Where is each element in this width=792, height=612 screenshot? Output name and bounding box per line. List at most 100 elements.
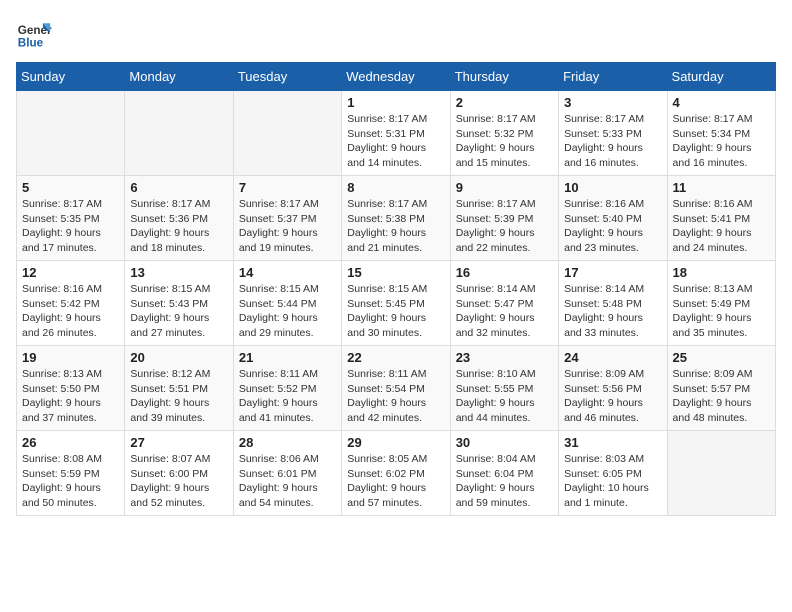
calendar-table: SundayMondayTuesdayWednesdayThursdayFrid… <box>16 62 776 516</box>
cell-day-number: 4 <box>673 95 770 110</box>
calendar-cell: 31 Sunrise: 8:03 AMSunset: 6:05 PMDayligh… <box>559 431 667 516</box>
calendar-cell <box>233 91 341 176</box>
cell-day-number: 3 <box>564 95 661 110</box>
cell-sun-info: Sunrise: 8:15 AMSunset: 5:43 PMDaylight:… <box>130 282 227 341</box>
cell-sun-info: Sunrise: 8:11 AMSunset: 5:54 PMDaylight:… <box>347 367 444 426</box>
calendar-cell: 30 Sunrise: 8:04 AMSunset: 6:04 PMDayligh… <box>450 431 558 516</box>
calendar-cell: 16 Sunrise: 8:14 AMSunset: 5:47 PMDayligh… <box>450 261 558 346</box>
cell-day-number: 7 <box>239 180 336 195</box>
calendar-cell: 19 Sunrise: 8:13 AMSunset: 5:50 PMDayligh… <box>17 346 125 431</box>
cell-sun-info: Sunrise: 8:17 AMSunset: 5:38 PMDaylight:… <box>347 197 444 256</box>
logo-icon: General Blue <box>16 16 52 52</box>
calendar-cell: 20 Sunrise: 8:12 AMSunset: 5:51 PMDayligh… <box>125 346 233 431</box>
calendar-cell: 23 Sunrise: 8:10 AMSunset: 5:55 PMDayligh… <box>450 346 558 431</box>
calendar-cell: 12 Sunrise: 8:16 AMSunset: 5:42 PMDayligh… <box>17 261 125 346</box>
cell-day-number: 25 <box>673 350 770 365</box>
calendar-cell: 21 Sunrise: 8:11 AMSunset: 5:52 PMDayligh… <box>233 346 341 431</box>
cell-day-number: 6 <box>130 180 227 195</box>
cell-sun-info: Sunrise: 8:17 AMSunset: 5:35 PMDaylight:… <box>22 197 119 256</box>
cell-day-number: 1 <box>347 95 444 110</box>
calendar-cell: 9 Sunrise: 8:17 AMSunset: 5:39 PMDaylight… <box>450 176 558 261</box>
cell-day-number: 5 <box>22 180 119 195</box>
calendar-cell <box>125 91 233 176</box>
weekday-header-wednesday: Wednesday <box>342 63 450 91</box>
calendar-cell: 25 Sunrise: 8:09 AMSunset: 5:57 PMDayligh… <box>667 346 775 431</box>
cell-sun-info: Sunrise: 8:13 AMSunset: 5:50 PMDaylight:… <box>22 367 119 426</box>
cell-sun-info: Sunrise: 8:16 AMSunset: 5:41 PMDaylight:… <box>673 197 770 256</box>
weekday-header-thursday: Thursday <box>450 63 558 91</box>
cell-day-number: 23 <box>456 350 553 365</box>
weekday-header-row: SundayMondayTuesdayWednesdayThursdayFrid… <box>17 63 776 91</box>
cell-day-number: 26 <box>22 435 119 450</box>
cell-sun-info: Sunrise: 8:12 AMSunset: 5:51 PMDaylight:… <box>130 367 227 426</box>
cell-sun-info: Sunrise: 8:17 AMSunset: 5:36 PMDaylight:… <box>130 197 227 256</box>
cell-sun-info: Sunrise: 8:04 AMSunset: 6:04 PMDaylight:… <box>456 452 553 511</box>
calendar-cell: 15Sunrise: 8:15 AMSunset: 5:45 PMDayligh… <box>342 261 450 346</box>
calendar-cell: 13 Sunrise: 8:15 AMSunset: 5:43 PMDayligh… <box>125 261 233 346</box>
cell-sun-info: Sunrise: 8:17 AMSunset: 5:39 PMDaylight:… <box>456 197 553 256</box>
cell-day-number: 30 <box>456 435 553 450</box>
cell-day-number: 14 <box>239 265 336 280</box>
calendar-cell: 8Sunrise: 8:17 AMSunset: 5:38 PMDaylight… <box>342 176 450 261</box>
calendar-cell: 4 Sunrise: 8:17 AMSunset: 5:34 PMDaylight… <box>667 91 775 176</box>
calendar-cell: 11 Sunrise: 8:16 AMSunset: 5:41 PMDayligh… <box>667 176 775 261</box>
cell-sun-info: Sunrise: 8:13 AMSunset: 5:49 PMDaylight:… <box>673 282 770 341</box>
cell-day-number: 24 <box>564 350 661 365</box>
calendar-cell: 26 Sunrise: 8:08 AMSunset: 5:59 PMDayligh… <box>17 431 125 516</box>
cell-sun-info: Sunrise: 8:08 AMSunset: 5:59 PMDaylight:… <box>22 452 119 511</box>
cell-sun-info: Sunrise: 8:11 AMSunset: 5:52 PMDaylight:… <box>239 367 336 426</box>
cell-sun-info: Sunrise: 8:09 AMSunset: 5:56 PMDaylight:… <box>564 367 661 426</box>
cell-day-number: 11 <box>673 180 770 195</box>
calendar-cell: 6 Sunrise: 8:17 AMSunset: 5:36 PMDaylight… <box>125 176 233 261</box>
cell-day-number: 31 <box>564 435 661 450</box>
calendar-cell: 18Sunrise: 8:13 AMSunset: 5:49 PMDayligh… <box>667 261 775 346</box>
cell-day-number: 12 <box>22 265 119 280</box>
cell-day-number: 9 <box>456 180 553 195</box>
cell-day-number: 29 <box>347 435 444 450</box>
cell-day-number: 17 <box>564 265 661 280</box>
cell-day-number: 15 <box>347 265 444 280</box>
calendar-week-row: 5 Sunrise: 8:17 AMSunset: 5:35 PMDaylight… <box>17 176 776 261</box>
weekday-header-monday: Monday <box>125 63 233 91</box>
calendar-cell: 7 Sunrise: 8:17 AMSunset: 5:37 PMDaylight… <box>233 176 341 261</box>
weekday-header-friday: Friday <box>559 63 667 91</box>
calendar-week-row: 12 Sunrise: 8:16 AMSunset: 5:42 PMDayligh… <box>17 261 776 346</box>
cell-sun-info: Sunrise: 8:17 AMSunset: 5:37 PMDaylight:… <box>239 197 336 256</box>
calendar-week-row: 19 Sunrise: 8:13 AMSunset: 5:50 PMDayligh… <box>17 346 776 431</box>
cell-day-number: 10 <box>564 180 661 195</box>
cell-sun-info: Sunrise: 8:15 AMSunset: 5:44 PMDaylight:… <box>239 282 336 341</box>
calendar-cell: 5 Sunrise: 8:17 AMSunset: 5:35 PMDaylight… <box>17 176 125 261</box>
logo: General Blue <box>16 16 52 52</box>
svg-text:Blue: Blue <box>18 37 44 50</box>
cell-sun-info: Sunrise: 8:14 AMSunset: 5:47 PMDaylight:… <box>456 282 553 341</box>
calendar-week-row: 26 Sunrise: 8:08 AMSunset: 5:59 PMDayligh… <box>17 431 776 516</box>
cell-sun-info: Sunrise: 8:14 AMSunset: 5:48 PMDaylight:… <box>564 282 661 341</box>
cell-sun-info: Sunrise: 8:09 AMSunset: 5:57 PMDaylight:… <box>673 367 770 426</box>
cell-day-number: 22 <box>347 350 444 365</box>
calendar-cell <box>667 431 775 516</box>
cell-sun-info: Sunrise: 8:03 AMSunset: 6:05 PMDaylight:… <box>564 452 661 511</box>
cell-day-number: 13 <box>130 265 227 280</box>
cell-day-number: 2 <box>456 95 553 110</box>
weekday-header-tuesday: Tuesday <box>233 63 341 91</box>
cell-sun-info: Sunrise: 8:16 AMSunset: 5:42 PMDaylight:… <box>22 282 119 341</box>
cell-day-number: 21 <box>239 350 336 365</box>
calendar-cell: 17 Sunrise: 8:14 AMSunset: 5:48 PMDayligh… <box>559 261 667 346</box>
calendar-cell: 22 Sunrise: 8:11 AMSunset: 5:54 PMDayligh… <box>342 346 450 431</box>
weekday-header-saturday: Saturday <box>667 63 775 91</box>
calendar-week-row: 1Sunrise: 8:17 AMSunset: 5:31 PMDaylight… <box>17 91 776 176</box>
calendar-cell: 14 Sunrise: 8:15 AMSunset: 5:44 PMDayligh… <box>233 261 341 346</box>
calendar-cell: 3Sunrise: 8:17 AMSunset: 5:33 PMDaylight… <box>559 91 667 176</box>
calendar-cell: 29 Sunrise: 8:05 AMSunset: 6:02 PMDayligh… <box>342 431 450 516</box>
cell-sun-info: Sunrise: 8:17 AMSunset: 5:32 PMDaylight:… <box>456 112 553 171</box>
cell-day-number: 28 <box>239 435 336 450</box>
cell-day-number: 16 <box>456 265 553 280</box>
cell-sun-info: Sunrise: 8:17 AMSunset: 5:34 PMDaylight:… <box>673 112 770 171</box>
cell-sun-info: Sunrise: 8:06 AMSunset: 6:01 PMDaylight:… <box>239 452 336 511</box>
cell-sun-info: Sunrise: 8:05 AMSunset: 6:02 PMDaylight:… <box>347 452 444 511</box>
cell-day-number: 20 <box>130 350 227 365</box>
calendar-cell: 28 Sunrise: 8:06 AMSunset: 6:01 PMDayligh… <box>233 431 341 516</box>
cell-sun-info: Sunrise: 8:10 AMSunset: 5:55 PMDaylight:… <box>456 367 553 426</box>
cell-day-number: 19 <box>22 350 119 365</box>
calendar-cell: 10Sunrise: 8:16 AMSunset: 5:40 PMDayligh… <box>559 176 667 261</box>
